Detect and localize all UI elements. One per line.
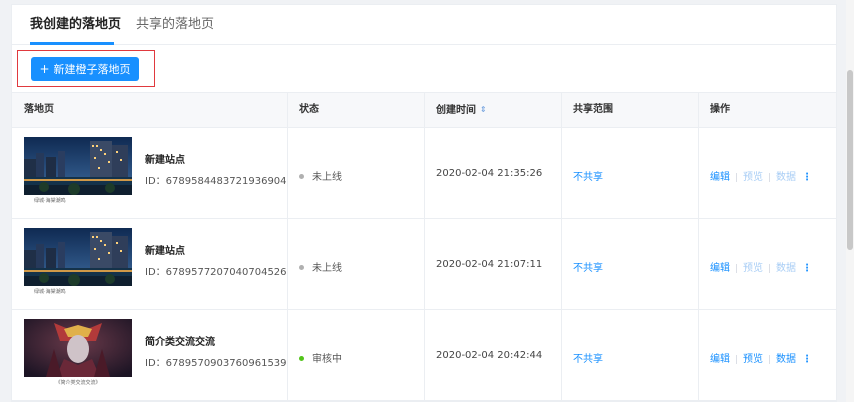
header-created-time[interactable]: 创建时间 ⇕ [436, 93, 487, 127]
preview-link[interactable]: 预览 [743, 263, 763, 274]
column-divider [698, 310, 699, 400]
column-divider [424, 93, 425, 127]
column-divider [561, 128, 562, 218]
status-dot [299, 264, 304, 270]
row-actions: 编辑 预览 数据 ⋮ [710, 259, 812, 274]
created-time: 2020-02-04 20:42:44 [436, 350, 543, 361]
new-button-label: 新建橙子落地页 [53, 63, 131, 76]
landing-page-id: ID：6789584483721936904 [145, 176, 287, 187]
created-time: 2020-02-04 21:07:11 [436, 259, 543, 270]
plus-icon: + [39, 62, 50, 76]
thumbnail-caption: 绿城·海棠潮鸣 [24, 286, 132, 298]
column-divider [561, 219, 562, 309]
landing-page-thumbnail[interactable]: 绿城·海棠潮鸣 [24, 228, 132, 298]
preview-link[interactable]: 预览 [743, 354, 763, 365]
header-page: 落地页 [24, 104, 54, 115]
column-divider [698, 128, 699, 218]
more-actions-icon[interactable]: ⋮ [802, 172, 812, 183]
column-divider [287, 93, 288, 127]
column-divider [561, 93, 562, 127]
status-badge: 审核中 [299, 350, 342, 365]
table-row: 《简介类交流交流》 简介类交流交流 ID：6789570903760961539… [12, 310, 836, 401]
status-badge: 未上线 [299, 259, 342, 274]
landing-page-name[interactable]: 新建站点 [145, 151, 185, 166]
row-actions: 编辑 预览 数据 ⋮ [710, 168, 812, 183]
column-divider [424, 310, 425, 400]
tab-shared-landing-pages[interactable]: 共享的落地页 [136, 16, 214, 34]
action-separator [736, 354, 737, 364]
new-landing-page-button[interactable]: + 新建橙子落地页 [31, 57, 139, 81]
column-divider [424, 219, 425, 309]
table-row: 绿城·海棠潮鸣 新建站点 ID：6789584483721936904 未上线 … [12, 128, 836, 219]
edit-link[interactable]: 编辑 [710, 263, 730, 274]
share-scope-link[interactable]: 不共享 [573, 259, 603, 274]
landing-page-card: 我创建的落地页 共享的落地页 + 新建橙子落地页 落地页 状态 创建时间 ⇕ 共享范… [11, 4, 837, 402]
edit-link[interactable]: 编辑 [710, 172, 730, 183]
status-dot [299, 355, 304, 361]
table-header: 落地页 状态 创建时间 ⇕ 共享范围 操作 [12, 92, 836, 128]
action-separator [769, 263, 770, 273]
thumbnail-caption: 绿城·海棠潮鸣 [24, 195, 132, 207]
column-divider [424, 128, 425, 218]
status-dot [299, 173, 304, 179]
row-actions: 编辑 预览 数据 ⋮ [710, 350, 812, 365]
column-divider [561, 310, 562, 400]
tab-bar: 我创建的落地页 共享的落地页 [12, 5, 836, 45]
column-divider [287, 310, 288, 400]
landing-page-name[interactable]: 新建站点 [145, 242, 185, 257]
column-divider [698, 93, 699, 127]
status-label: 未上线 [312, 172, 342, 183]
column-divider [698, 219, 699, 309]
preview-link[interactable]: 预览 [743, 172, 763, 183]
action-separator [769, 354, 770, 364]
column-divider [287, 128, 288, 218]
header-created-label: 创建时间 [436, 105, 476, 116]
action-separator [736, 172, 737, 182]
new-button-highlight: + 新建橙子落地页 [17, 50, 155, 87]
more-actions-icon[interactable]: ⋮ [802, 263, 812, 274]
table-row: 绿城·海棠潮鸣 新建站点 ID：6789577207040704526 未上线 … [12, 219, 836, 310]
active-tab-underline [30, 42, 114, 45]
landing-page-thumbnail[interactable]: 绿城·海棠潮鸣 [24, 137, 132, 207]
edit-link[interactable]: 编辑 [710, 354, 730, 365]
share-scope-link[interactable]: 不共享 [573, 350, 603, 365]
landing-page-id: ID：6789577207040704526 [145, 267, 287, 278]
status-label: 未上线 [312, 263, 342, 274]
page: 我创建的落地页 共享的落地页 + 新建橙子落地页 落地页 状态 创建时间 ⇕ 共享范… [0, 0, 854, 402]
header-actions: 操作 [710, 104, 730, 115]
landing-page-name[interactable]: 简介类交流交流 [145, 333, 215, 348]
thumbnail-caption: 《简介类交流交流》 [24, 377, 132, 389]
column-divider [287, 219, 288, 309]
status-badge: 未上线 [299, 168, 342, 183]
tab-my-landing-pages[interactable]: 我创建的落地页 [30, 16, 121, 34]
more-actions-icon[interactable]: ⋮ [802, 354, 812, 365]
share-scope-link[interactable]: 不共享 [573, 168, 603, 183]
header-status: 状态 [299, 104, 319, 115]
action-separator [736, 263, 737, 273]
sort-icon[interactable]: ⇕ [480, 93, 487, 127]
header-share-scope: 共享范围 [573, 104, 613, 115]
landing-page-table: 落地页 状态 创建时间 ⇕ 共享范围 操作 绿城·海棠潮鸣 新建站点 ID：67… [12, 92, 836, 401]
landing-page-id: ID：6789570903760961539 [145, 358, 287, 369]
data-link[interactable]: 数据 [776, 263, 796, 274]
landing-page-thumbnail[interactable]: 《简介类交流交流》 [24, 319, 132, 389]
scrollbar-thumb[interactable] [847, 70, 853, 250]
status-label: 审核中 [312, 354, 342, 365]
data-link[interactable]: 数据 [776, 172, 796, 183]
created-time: 2020-02-04 21:35:26 [436, 168, 543, 179]
page-scrollbar[interactable] [846, 0, 854, 402]
data-link[interactable]: 数据 [776, 354, 796, 365]
action-separator [769, 172, 770, 182]
